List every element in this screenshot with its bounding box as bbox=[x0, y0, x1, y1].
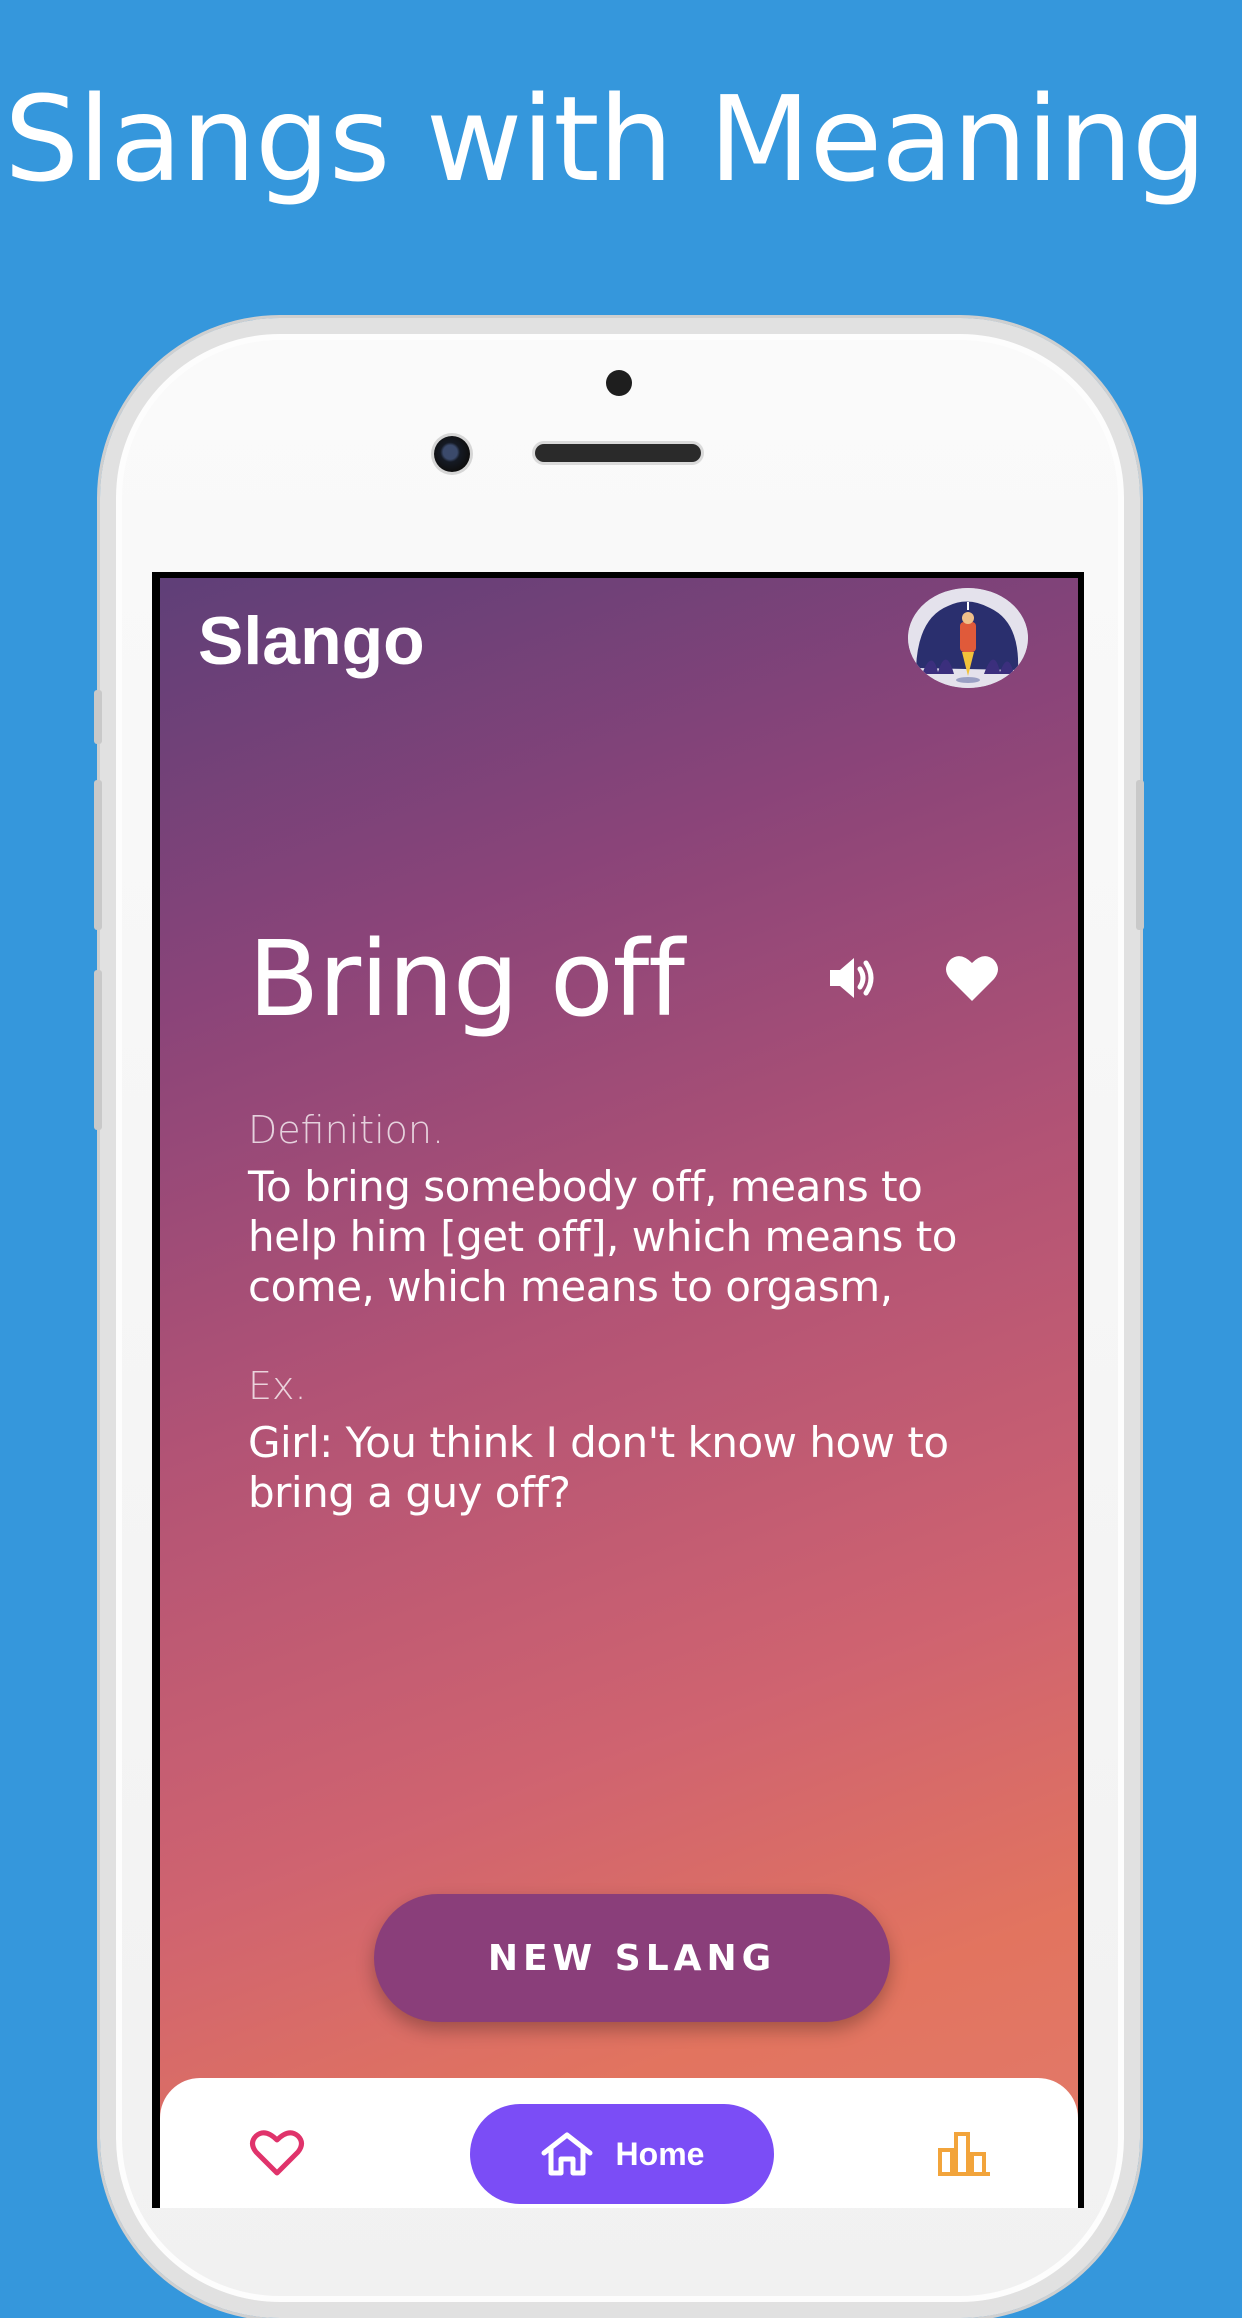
slang-word: Bring off bbox=[248, 918, 685, 1040]
definition-label: Definition. bbox=[248, 1108, 445, 1152]
app-title: Slango bbox=[198, 603, 425, 679]
new-slang-button[interactable]: NEW SLANG bbox=[374, 1894, 890, 2022]
home-icon bbox=[541, 2132, 593, 2176]
phone-side-button bbox=[94, 690, 102, 744]
phone-power-button bbox=[1136, 780, 1144, 930]
bottom-navigation: Home bbox=[160, 2078, 1078, 2208]
front-camera bbox=[434, 436, 470, 472]
nav-home-label: Home bbox=[615, 2135, 705, 2172]
phone-volume-down bbox=[94, 970, 102, 1130]
nav-favorites[interactable] bbox=[248, 2128, 306, 2183]
app-view: Slango Bring off Definition. To bring so… bbox=[160, 578, 1078, 2208]
earpiece-speaker bbox=[535, 444, 701, 462]
pronounce-button[interactable] bbox=[820, 946, 884, 1010]
favorite-button[interactable] bbox=[940, 946, 1004, 1010]
bar-chart-icon bbox=[938, 2132, 990, 2176]
nav-leaderboard[interactable] bbox=[936, 2128, 992, 2183]
phone-screen: Slango Bring off Definition. To bring so… bbox=[152, 572, 1084, 2208]
avatar-illustration-icon bbox=[908, 588, 1028, 688]
speaker-icon bbox=[830, 958, 874, 998]
profile-avatar[interactable] bbox=[908, 588, 1028, 688]
nav-home[interactable]: Home bbox=[470, 2104, 774, 2204]
definition-text: To bring somebody off, means to help him… bbox=[248, 1162, 957, 1311]
heart-outline-icon bbox=[250, 2130, 304, 2176]
heart-icon bbox=[946, 956, 998, 1001]
promo-headline: Slangs with Meaning bbox=[4, 70, 1207, 208]
phone-volume-up bbox=[94, 780, 102, 930]
example-text: Girl: You think I don't know how to brin… bbox=[248, 1418, 949, 1517]
example-label: Ex. bbox=[248, 1364, 307, 1408]
proximity-sensor bbox=[606, 370, 632, 396]
